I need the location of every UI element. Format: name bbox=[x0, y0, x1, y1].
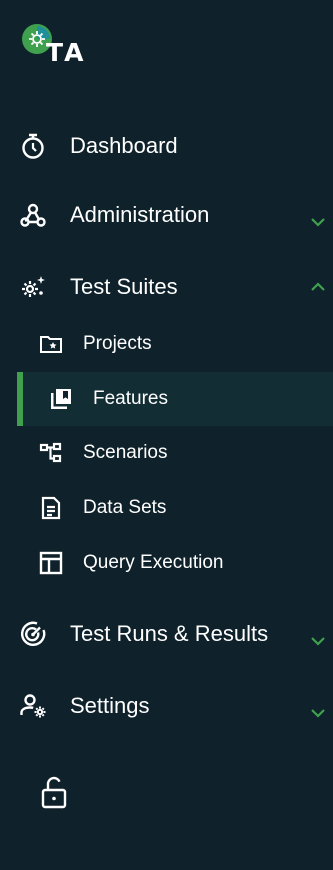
nav-dashboard[interactable]: Dashboard bbox=[0, 124, 333, 168]
table-icon bbox=[38, 550, 64, 576]
target-icon bbox=[19, 620, 47, 648]
logo-text: TA bbox=[46, 38, 87, 67]
nav-dashboard-label: Dashboard bbox=[70, 133, 178, 158]
nav-administration-label: Administration bbox=[70, 202, 210, 227]
nav-settings-label: Settings bbox=[70, 693, 150, 718]
nav-administration[interactable]: Administration bbox=[0, 193, 333, 237]
chevron-up-icon[interactable] bbox=[309, 281, 327, 293]
nav-query-execution-label: Query Execution bbox=[83, 552, 224, 573]
nav-query-execution[interactable]: Query Execution bbox=[0, 541, 333, 585]
nav-settings[interactable]: Settings bbox=[0, 684, 333, 728]
nav-test-runs-label: Test Runs & Results bbox=[70, 621, 269, 646]
gears-sparkle-icon bbox=[19, 273, 47, 301]
nav-features[interactable]: Features bbox=[0, 377, 333, 421]
nav-projects-label: Projects bbox=[83, 333, 152, 354]
nav-test-suites[interactable]: Test Suites bbox=[0, 265, 333, 309]
document-icon bbox=[38, 495, 64, 521]
user-gear-icon bbox=[19, 692, 47, 720]
chevron-down-icon[interactable] bbox=[309, 635, 327, 647]
stopwatch-icon bbox=[19, 132, 47, 160]
nav-test-runs[interactable]: Test Runs & Results bbox=[0, 612, 333, 656]
nav-data-sets-label: Data Sets bbox=[83, 497, 167, 518]
nav-test-suites-label: Test Suites bbox=[70, 274, 178, 299]
nav-data-sets[interactable]: Data Sets bbox=[0, 486, 333, 530]
nav-scenarios[interactable]: Scenarios bbox=[0, 431, 333, 475]
nav-features-label: Features bbox=[93, 388, 168, 409]
sidebar: TA Dashboard Administration Test Suites … bbox=[0, 0, 333, 870]
folder-star-icon bbox=[38, 331, 64, 357]
chevron-down-icon[interactable] bbox=[309, 216, 327, 228]
chevron-down-icon[interactable] bbox=[309, 707, 327, 719]
webhook-icon bbox=[19, 201, 47, 229]
nav-scenarios-label: Scenarios bbox=[83, 442, 168, 463]
library-icon bbox=[48, 386, 74, 412]
account-tree-icon bbox=[38, 440, 64, 466]
nav-projects[interactable]: Projects bbox=[0, 322, 333, 366]
app-logo[interactable]: TA bbox=[22, 24, 122, 68]
unlock-icon[interactable] bbox=[40, 776, 68, 810]
